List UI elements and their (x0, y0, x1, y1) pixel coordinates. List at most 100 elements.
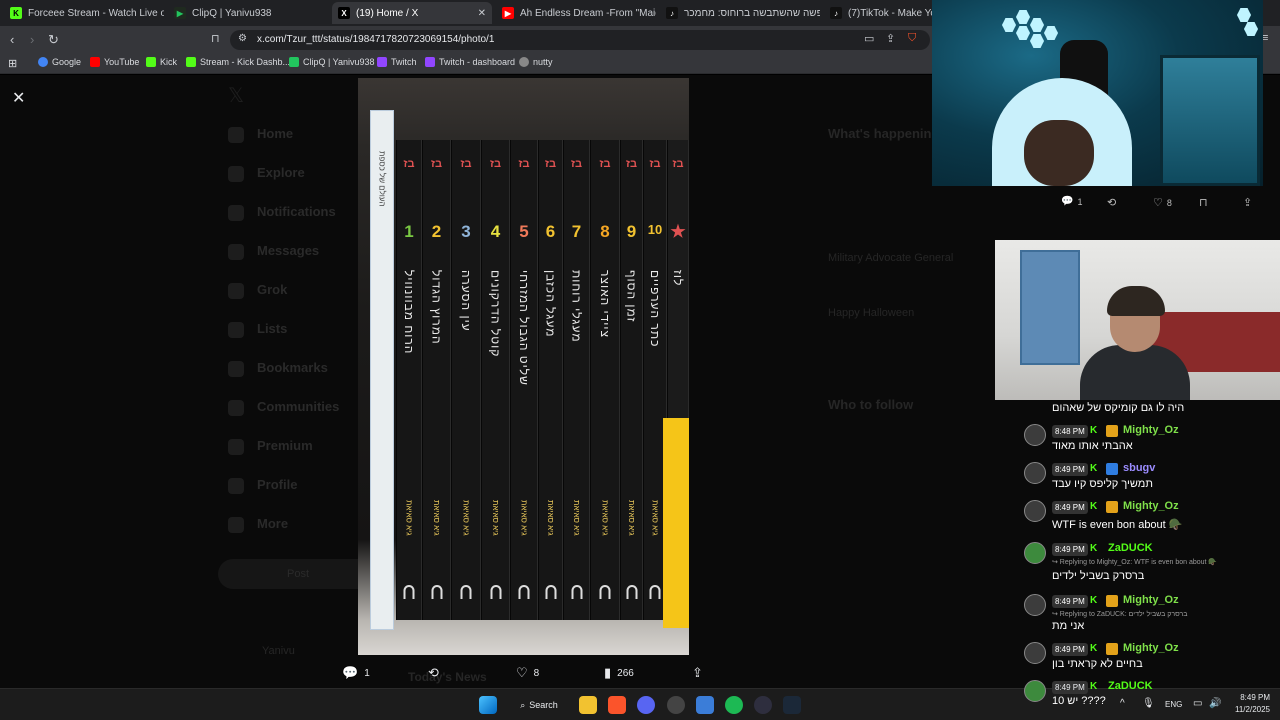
nav-profile[interactable]: Profile (257, 477, 297, 492)
streamer-face (1024, 120, 1094, 186)
nav-grok[interactable]: Grok (257, 282, 287, 297)
stream-chat: היה לו גם קומיקס של שאהום 8:48 PM K Migh… (1022, 400, 1280, 690)
nav-bookmarks[interactable]: Bookmarks (257, 360, 328, 375)
tab-kick-stream[interactable]: K Forceee Stream - Watch Live on Kick (4, 2, 164, 24)
forward-icon[interactable]: › (30, 32, 34, 47)
x-logo-icon[interactable]: 𝕏 (228, 83, 244, 108)
trend-item[interactable]: Military Advocate General (828, 252, 953, 264)
premium-icon (228, 439, 244, 455)
bookmark-label: nutty (533, 57, 553, 67)
nav-home[interactable]: Home (257, 126, 293, 141)
chat-message: היה לו גם קומיקס של שאהום (1022, 400, 1280, 420)
nav-communities[interactable]: Communities (257, 399, 339, 414)
nav-explore[interactable]: Explore (257, 165, 305, 180)
nav-messages[interactable]: Messages (257, 243, 319, 258)
nav-notifications[interactable]: Notifications (257, 204, 336, 219)
nav-more[interactable]: More (257, 516, 288, 531)
post-photo[interactable]: העולם של כספת בז 1 הרוח מבוונוויל גיא סאיאת… (358, 78, 689, 655)
tab-x-home[interactable]: X (19) Home / X ✕ (332, 2, 492, 24)
avatar (1024, 500, 1046, 522)
chat-username[interactable]: Mighty_Oz (1123, 500, 1179, 512)
publisher-emblem-icon (599, 585, 611, 599)
bookmark-kick[interactable]: Kick (146, 57, 177, 67)
chat-message: 8:49 PM K ZaDUCK יש 10 ???? (1022, 678, 1280, 708)
views-button[interactable]: ▮ 266 (604, 665, 634, 681)
file-explorer-icon[interactable] (579, 696, 597, 714)
bookmark-button[interactable]: ⊓ (1199, 196, 1214, 209)
book-title: מעגלי רוחות (569, 270, 584, 343)
chat-message: 8:49 PM K Mighty_Oz ↪ Replying to ZaDUCK… (1022, 592, 1280, 638)
close-tab-icon[interactable]: ✕ (478, 8, 486, 19)
twitch-icon (377, 57, 387, 67)
kick-badge-icon: K (1090, 543, 1098, 554)
share-button[interactable]: ⇪ (1243, 196, 1258, 209)
repost-button[interactable]: ⟲ (1107, 196, 1122, 209)
book-author: גיא סאיאת (404, 500, 414, 536)
chat-message: 8:49 PM K sbugv תמשיך קליפס קיו עבד (1022, 460, 1280, 496)
bookmark-twitch-dashboard[interactable]: Twitch - dashboard (425, 57, 515, 67)
chat-timestamp: 8:49 PM (1052, 543, 1088, 556)
book-number: 4 (490, 222, 501, 241)
bookmark-kick-dashboard[interactable]: Stream - Kick Dashb... (186, 57, 290, 67)
chat-username[interactable]: Mighty_Oz (1123, 594, 1179, 606)
profile-icon (228, 478, 244, 494)
cast-icon[interactable]: ▭ (864, 32, 874, 45)
tab-tiktok[interactable]: ♪ (7)TikTok - Make Your Da (824, 2, 932, 24)
app-icon[interactable] (696, 696, 714, 714)
tab-youtube-song[interactable]: ▶ Ah Endless Dream -From "Maiden's F (496, 2, 656, 24)
book-spine: בז 5 שליט הגבול המזרחי גיא סאיאת (510, 140, 538, 620)
chat-username[interactable]: ZaDUCK (1108, 680, 1153, 692)
bookmark-clipq[interactable]: ClipQ | Yanivu938 (289, 57, 375, 67)
address-bar[interactable]: ⚙ x.com/Tzur_ttt/status/1984717820723069… (230, 30, 930, 50)
like-button[interactable]: ♡ 8 (1153, 196, 1172, 209)
nav-lists[interactable]: Lists (257, 321, 287, 336)
close-icon[interactable]: ✕ (12, 88, 25, 108)
chat-username[interactable]: sbugv (1123, 462, 1155, 474)
steam-icon[interactable] (783, 696, 801, 714)
repost-button[interactable]: ⟲ (428, 665, 445, 681)
brave-browser-icon[interactable] (608, 696, 626, 714)
site-info-icon[interactable]: ⚙ (238, 33, 247, 44)
reply-button[interactable]: 💬 1 (1061, 196, 1082, 207)
chat-username[interactable]: Mighty_Oz (1123, 642, 1179, 654)
publisher-emblem-icon (571, 585, 582, 599)
apps-icon[interactable]: ⊞ (8, 57, 17, 70)
home-icon (228, 127, 244, 143)
chat-timestamp: 8:48 PM (1052, 425, 1088, 438)
bookmark-icon[interactable]: ⊓ (211, 32, 220, 45)
back-icon[interactable]: ‹ (10, 32, 14, 47)
tab-tiktok-hebrew[interactable]: ♪ הרופשה שהשתבשה ברוחוס: מחמכר (660, 2, 820, 24)
tab-label: (7)TikTok - Make Your Da (848, 7, 932, 19)
bookmark-twitch[interactable]: Twitch (377, 57, 417, 67)
bookmark-youtube[interactable]: YouTube (90, 57, 139, 67)
bookmark-nutty[interactable]: nutty (519, 57, 553, 67)
publisher-emblem-icon (490, 585, 501, 599)
app-icon[interactable] (754, 696, 772, 714)
account-name[interactable]: Yanivu (262, 645, 295, 657)
spotify-icon[interactable] (725, 696, 743, 714)
lists-icon (228, 322, 244, 338)
chat-username[interactable]: Mighty_Oz (1123, 424, 1179, 436)
windows-start-icon[interactable] (479, 696, 497, 714)
trend-item[interactable]: Happy Halloween (828, 307, 914, 319)
reply-button[interactable]: 💬 1 (342, 665, 370, 681)
chat-username[interactable]: ZaDUCK (1108, 542, 1153, 554)
reload-icon[interactable]: ↻ (48, 32, 59, 48)
like-button[interactable]: ♡ 8 (516, 665, 539, 681)
chat-timestamp: 8:49 PM (1052, 643, 1088, 656)
nav-premium[interactable]: Premium (257, 438, 313, 453)
view-count: 266 (617, 667, 634, 679)
discord-icon[interactable] (637, 696, 655, 714)
bookmark-google[interactable]: Google (38, 57, 81, 67)
youtube-icon (90, 57, 100, 67)
tab-label: Ah Endless Dream -From "Maiden's F (520, 7, 656, 19)
post-button[interactable]: Post (218, 559, 378, 589)
taskbar-search[interactable]: ⌕ Search (510, 695, 568, 715)
tab-clipq[interactable]: ▶ ClipQ | Yanivu938 (168, 2, 328, 24)
brave-shield-icon[interactable]: ⛉ (908, 32, 916, 45)
share-button[interactable]: ⇪ (692, 665, 709, 681)
obs-icon[interactable] (667, 696, 685, 714)
bookmark-label: Twitch - dashboard (439, 57, 516, 67)
share-icon[interactable]: ⇪ (886, 32, 895, 45)
book-title: ציידי האוצר (598, 270, 612, 339)
